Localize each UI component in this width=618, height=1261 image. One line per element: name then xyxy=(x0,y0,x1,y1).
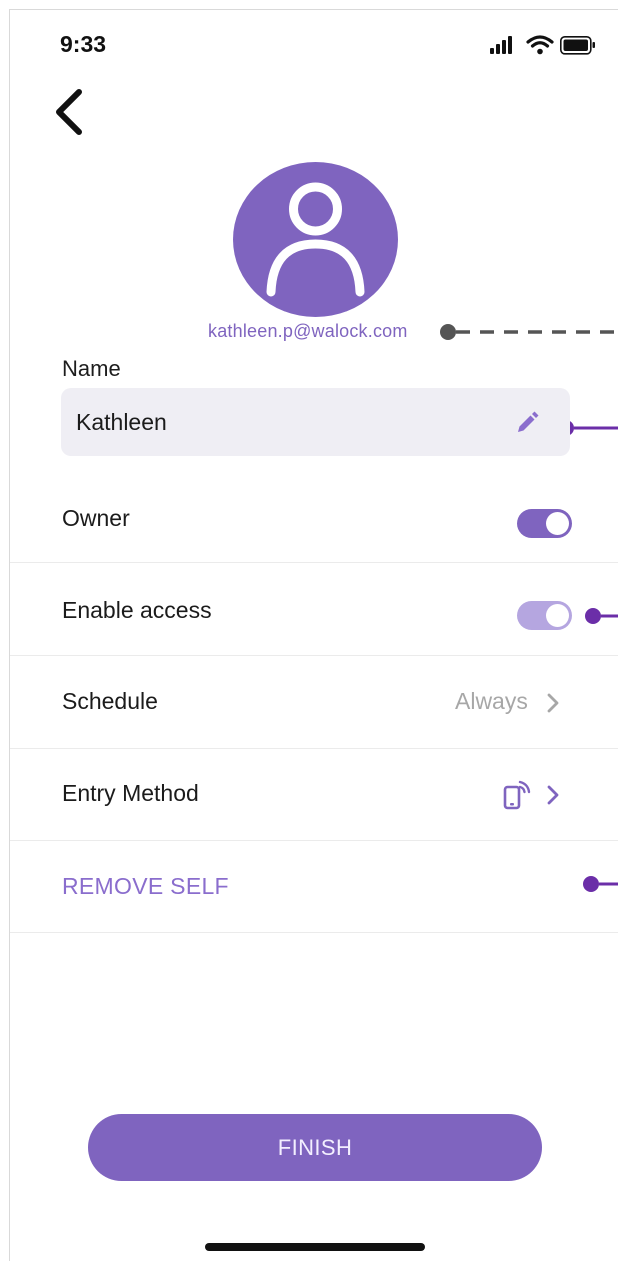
entry-method-label: Entry Method xyxy=(62,780,199,806)
name-label: Name xyxy=(62,356,121,381)
chevron-left-icon xyxy=(56,89,82,135)
cellular-signal-icon xyxy=(490,36,512,54)
schedule-label: Schedule xyxy=(62,688,158,714)
remove-self-button[interactable]: REMOVE SELF xyxy=(62,873,229,900)
user-icon xyxy=(266,182,365,297)
owner-row: Owner xyxy=(10,470,618,563)
entry-method-row[interactable]: Entry Method xyxy=(10,748,618,841)
owner-label: Owner xyxy=(62,505,130,531)
enable-access-label: Enable access xyxy=(62,597,212,623)
profile-email: kathleen.p@walock.com xyxy=(208,321,408,341)
avatar xyxy=(233,162,398,317)
enable-access-toggle-knob xyxy=(546,604,569,627)
status-time: 9:33 xyxy=(60,31,107,57)
email-callout-line xyxy=(440,324,618,340)
status-icons xyxy=(488,34,600,56)
back-button[interactable] xyxy=(45,82,95,142)
schedule-value[interactable]: Always xyxy=(455,688,528,715)
home-indicator xyxy=(205,1243,425,1251)
enable-access-row: Enable access xyxy=(10,563,618,656)
name-value[interactable]: Kathleen xyxy=(76,409,167,436)
owner-toggle-knob xyxy=(546,512,569,535)
chevron-right-icon xyxy=(547,785,559,805)
wifi-icon xyxy=(526,35,554,55)
chevron-right-icon xyxy=(547,693,559,713)
pencil-icon[interactable] xyxy=(515,411,539,435)
name-field[interactable]: Kathleen xyxy=(61,388,570,456)
owner-toggle[interactable] xyxy=(517,509,572,538)
phone-nfc-icon xyxy=(503,780,531,810)
battery-icon xyxy=(560,36,595,55)
finish-button[interactable]: FINISH xyxy=(88,1114,542,1181)
enable-access-toggle[interactable] xyxy=(517,601,572,630)
